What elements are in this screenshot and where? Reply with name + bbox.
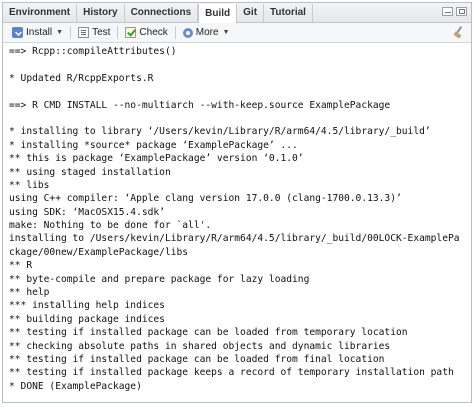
install-button[interactable]: Install ▼ [8, 24, 67, 41]
build-output: ==> Rcpp::compileAttributes() * Updated … [3, 43, 471, 393]
output-line: ** byte-compile and prepare package for … [9, 273, 310, 285]
more-button[interactable]: More ▼ [179, 24, 234, 41]
tab-tutorial[interactable]: Tutorial [264, 4, 313, 22]
install-label: Install [26, 27, 53, 38]
output-line: installing to /Users/kevin/Library/R/arm… [9, 233, 460, 245]
window-controls [442, 7, 467, 16]
gear-icon [182, 27, 193, 38]
output-line: using C++ compiler: ‘Apple clang version… [9, 193, 402, 205]
output-line: *** installing help indices [9, 300, 165, 312]
chevron-down-icon: ▼ [222, 29, 230, 36]
test-button[interactable]: Test [74, 24, 114, 41]
chevron-down-icon: ▼ [56, 29, 64, 36]
output-line: * Updated R/RcppExports.R [9, 72, 154, 84]
check-button[interactable]: Check [121, 24, 171, 41]
tab-environment[interactable]: Environment [3, 4, 78, 22]
output-line: * installing to library ‘/Users/kevin/Li… [9, 126, 431, 138]
output-line: ** building package indices [9, 313, 165, 325]
pane-tab-bar: Environment History Connections Build Gi… [3, 3, 471, 23]
output-line: ** checking absolute paths in shared obj… [9, 340, 391, 352]
maximize-pane-icon[interactable] [456, 7, 467, 16]
output-line: ** using staged installation [9, 166, 171, 178]
toolbar-divider [174, 26, 176, 39]
output-line: ==> R CMD INSTALL --no-multiarch --with-… [9, 99, 391, 111]
output-line: ** this is package ‘ExamplePackage’ vers… [9, 153, 304, 165]
more-label: More [195, 27, 219, 38]
output-line: * installing *source* package ‘ExamplePa… [9, 139, 298, 151]
tab-build[interactable]: Build [198, 4, 238, 23]
output-line: ** help [9, 287, 50, 299]
toolbar-divider [117, 26, 119, 39]
build-toolbar: Install ▼ Test Check More ▼ [3, 23, 471, 43]
tab-history[interactable]: History [77, 4, 125, 22]
output-line: * DONE (ExamplePackage) [9, 380, 142, 392]
toolbar-divider [70, 26, 72, 39]
output-line: ** R [9, 260, 33, 272]
tab-git[interactable]: Git [237, 4, 265, 22]
output-line: ** testing if installed package keeps a … [9, 367, 454, 379]
output-line: ** testing if installed package can be l… [9, 327, 408, 339]
test-label: Test [92, 27, 111, 38]
tab-connections[interactable]: Connections [125, 4, 199, 22]
output-line: ckage/00new/ExamplePackage/libs [9, 246, 189, 258]
output-line: ** testing if installed package can be l… [9, 353, 385, 365]
output-line: ==> Rcpp::compileAttributes() [9, 46, 177, 57]
output-line: ** libs [9, 179, 50, 191]
output-line: using SDK: ‘MacOSX15.4.sdk’ [9, 206, 165, 218]
install-icon [12, 27, 23, 38]
build-pane: Environment History Connections Build Gi… [2, 2, 472, 403]
output-line: make: Nothing to be done for `all'. [9, 220, 212, 232]
minimize-pane-icon[interactable] [442, 7, 453, 16]
test-icon [78, 27, 90, 38]
check-label: Check [139, 27, 168, 38]
check-icon [125, 27, 137, 38]
clear-output-broom-icon[interactable] [453, 26, 465, 38]
